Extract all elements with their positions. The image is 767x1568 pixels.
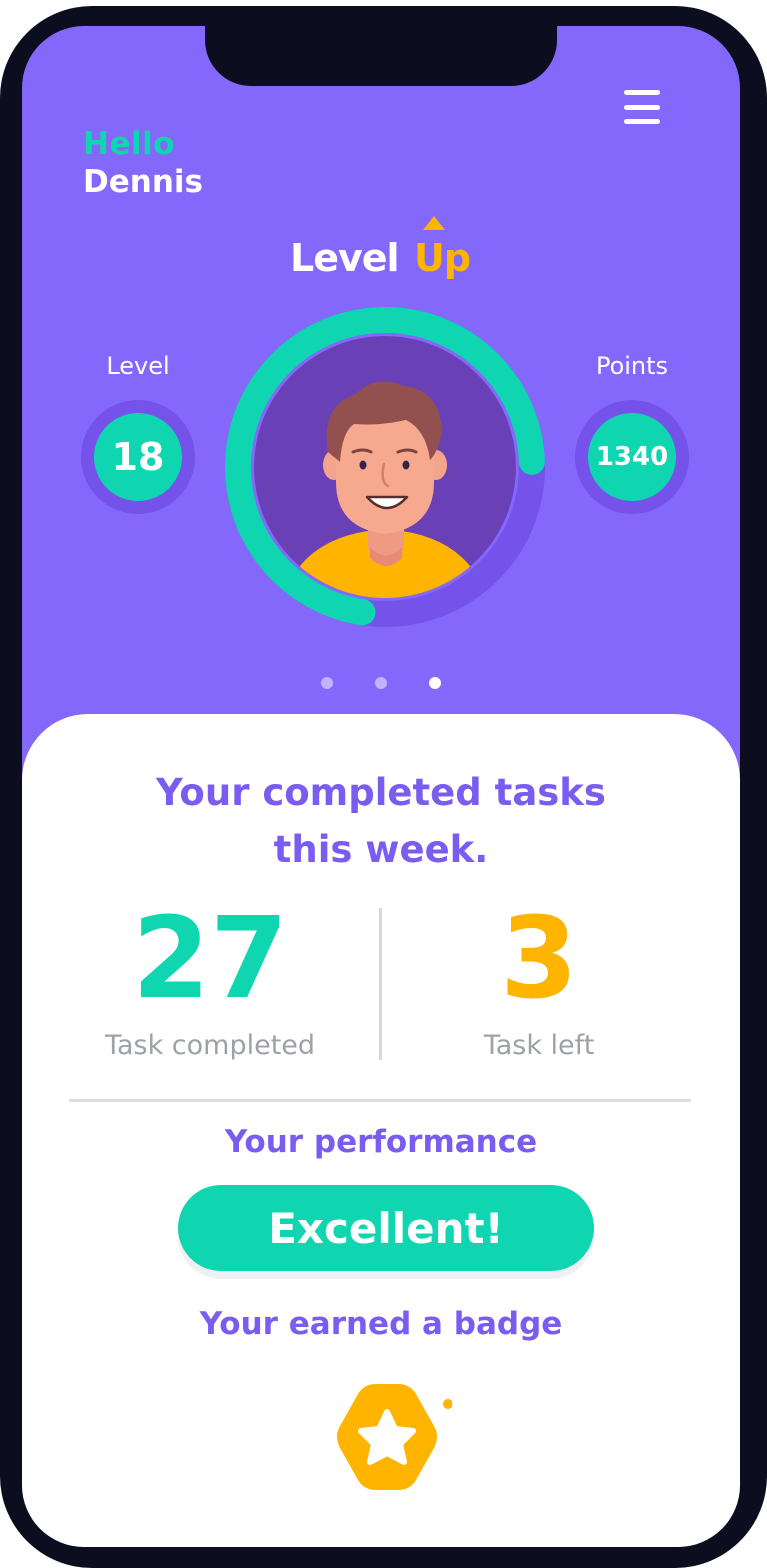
carousel-dot[interactable]: [429, 677, 441, 689]
summary-title-line1: Your completed tasks: [156, 771, 606, 814]
logo-text-level: Level: [290, 236, 400, 280]
weekly-summary-card: Your completed tasks this week. 27 Task …: [22, 714, 740, 1547]
menu-bar: [624, 90, 660, 95]
level-label: Level: [106, 352, 170, 380]
section-divider: [69, 1099, 691, 1102]
right-eye: [402, 460, 410, 470]
tasks-left-label: Task left: [483, 1030, 595, 1061]
menu-bar: [624, 119, 660, 124]
greeting-text: Hello: [83, 126, 176, 162]
phone-frame: Hello Dennis Level Up Level 18 Points 13…: [0, 6, 767, 1568]
badge-sparkle-dot: [443, 1399, 453, 1409]
points-badge[interactable]: 1340: [575, 400, 689, 514]
user-name: Dennis: [83, 164, 203, 200]
level-value: 18: [94, 413, 182, 501]
avatar-ring-svg: [225, 307, 545, 627]
phone-notch: [205, 26, 557, 86]
levelup-logo: Level Up: [290, 214, 490, 294]
app-screen: Hello Dennis Level Up Level 18 Points 13…: [22, 26, 740, 1547]
badge-title: Your earned a badge: [199, 1306, 563, 1342]
avatar-progress-ring[interactable]: [220, 302, 550, 632]
performance-title: Your performance: [224, 1124, 538, 1160]
star-badge-icon[interactable]: [322, 1374, 453, 1504]
menu-bar: [624, 104, 660, 110]
summary-title-line2: this week.: [273, 828, 489, 871]
stats-divider: [379, 908, 382, 1060]
hamburger-menu-icon[interactable]: [624, 90, 668, 124]
level-badge[interactable]: 18: [81, 400, 195, 514]
carousel-dot[interactable]: [321, 677, 333, 689]
points-label: Points: [595, 352, 669, 380]
summary-title: Your completed tasks this week.: [22, 764, 740, 878]
logo-arrow-icon: [423, 216, 445, 230]
carousel-dots: [22, 673, 740, 693]
tasks-completed-count: 27: [132, 894, 288, 1024]
carousel-dot[interactable]: [375, 677, 387, 689]
tasks-completed-label: Task completed: [104, 1030, 316, 1061]
logo-text-up: Up: [414, 236, 471, 280]
performance-rating-button[interactable]: Excellent!: [178, 1185, 594, 1271]
tasks-left-count: 3: [500, 894, 578, 1024]
points-value: 1340: [588, 413, 676, 501]
badge-svg: [337, 1384, 453, 1490]
left-eye: [359, 460, 367, 470]
